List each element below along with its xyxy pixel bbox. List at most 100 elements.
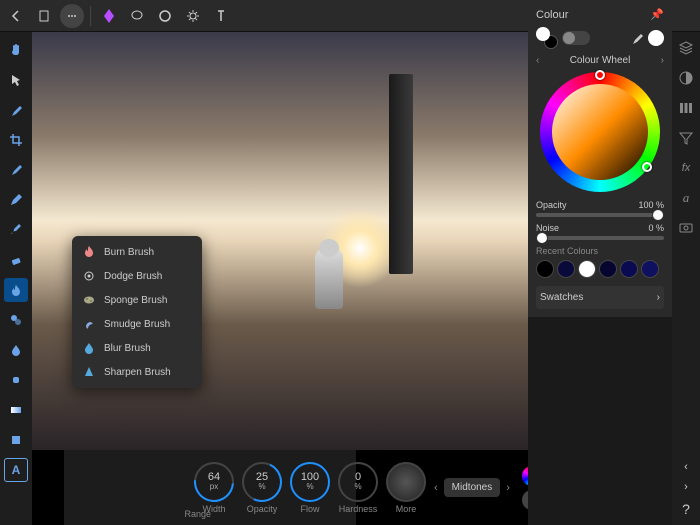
blur-icon [82,341,96,355]
text-tool[interactable]: A [4,458,28,482]
range-section: ‹ Midtones › [434,466,528,510]
chevron-right-icon: › [657,292,660,303]
flame-icon [82,245,96,259]
brush-item-blur[interactable]: Blur Brush [72,336,202,360]
collapse-left-icon[interactable]: ‹ [684,461,688,473]
pointer-tool[interactable] [4,68,28,92]
swatches-button[interactable]: Swatches › [536,286,664,309]
noise-slider-value: 0 % [648,223,664,233]
brush-item-sponge[interactable]: Sponge Brush [72,288,202,312]
colour-wheel[interactable] [540,72,660,192]
right-studio-rail: fx a [672,32,700,525]
brush-preset-button[interactable] [522,490,528,510]
mini-colour-wheel-button[interactable] [522,466,528,486]
recent-swatch[interactable] [536,260,554,278]
width-dial[interactable]: 64px Width [194,462,234,514]
brush-label: Dodge Brush [104,271,162,282]
left-toolbar: A [0,32,32,525]
colour-toggle[interactable] [562,31,590,45]
astronaut-decoration [315,249,343,309]
hardness-unit: % [354,483,361,491]
brush-item-burn[interactable]: Burn Brush [72,240,202,264]
adjustments-studio-button[interactable] [676,68,696,88]
brush-item-smudge[interactable]: Smudge Brush [72,312,202,336]
brush-label: Blur Brush [104,343,151,354]
opacity-slider-label: Opacity [536,200,567,210]
collapse-right-icon[interactable]: › [684,481,688,493]
sat-marker[interactable] [642,162,652,172]
range-title: Range [184,509,211,519]
back-button[interactable] [4,4,28,28]
current-colour-swatch[interactable] [648,30,664,46]
channels-studio-button[interactable] [676,98,696,118]
colour-mode-label: Colour Wheel [570,55,631,66]
burn-tool[interactable] [4,278,28,302]
recent-swatch[interactable] [578,260,596,278]
mode-prev-button[interactable]: ‹ [536,55,539,66]
brush-variant-tool[interactable] [4,218,28,242]
paintbrush-tool[interactable] [4,158,28,182]
brush-label: Smudge Brush [104,319,170,330]
recent-swatch[interactable] [620,260,638,278]
brush-item-sharpen[interactable]: Sharpen Brush [72,360,202,384]
bottom-context-bar: 64px Width 25% Opacity 100% Flow 0% Hard… [64,450,356,525]
heal-tool[interactable] [4,368,28,392]
brush-label: Burn Brush [104,247,154,258]
canvas-area[interactable]: Burn Brush Dodge Brush Sponge Brush Smud… [32,32,528,525]
recent-swatch[interactable] [641,260,659,278]
crop-tool[interactable] [4,128,28,152]
flow-unit: % [306,483,313,491]
range-value-button[interactable]: Midtones [444,478,501,497]
flow-label: Flow [300,504,319,514]
noise-slider[interactable] [536,236,664,240]
hue-marker[interactable] [595,70,605,80]
recent-colours-label: Recent Colours [536,246,664,256]
eyedropper-tool[interactable] [4,98,28,122]
pin-icon[interactable]: 📌 [650,8,664,21]
eraser-tool[interactable] [4,248,28,272]
clone-tool[interactable] [4,308,28,332]
range-next-button[interactable]: › [506,482,510,494]
flow-dial[interactable]: 100% Flow [290,462,330,514]
document-button[interactable] [32,4,56,28]
text-studio-button[interactable]: a [676,188,696,208]
brush-label: Sponge Brush [104,295,167,306]
smudge-icon [82,317,96,331]
hardness-dial[interactable]: 0% Hardness [338,462,378,514]
persona-photo-button[interactable] [97,4,121,28]
stock-studio-button[interactable] [676,218,696,238]
more-label: More [396,504,417,514]
opacity-dial[interactable]: 25% Opacity [242,462,282,514]
range-prev-button[interactable]: ‹ [434,482,438,494]
recent-swatch[interactable] [599,260,617,278]
hand-tool[interactable] [4,38,28,62]
gear-button[interactable] [181,4,205,28]
droplet-tool[interactable] [4,338,28,362]
sharpen-icon [82,365,96,379]
text-persona-button[interactable] [209,4,233,28]
eyedropper-icon[interactable] [630,31,644,45]
primary-secondary-swatch[interactable] [536,27,558,49]
colour-panel: Colour 📌 ‹ Colour Wheel › Opacity100 % N… [528,0,672,317]
hardness-label: Hardness [339,504,378,514]
help-button[interactable]: ? [682,501,690,517]
opacity-slider[interactable] [536,213,664,217]
filters-studio-button[interactable] [676,128,696,148]
fx-studio-button[interactable]: fx [676,158,696,178]
right-footer: ‹ › ? [672,461,700,525]
dodge-icon [82,269,96,283]
swatches-label: Swatches [540,292,583,303]
lasso-tool-button[interactable] [125,4,149,28]
recent-swatch[interactable] [557,260,575,278]
more-dial[interactable]: More [386,462,426,514]
mode-next-button[interactable]: › [661,55,664,66]
opacity-label: Opacity [247,504,278,514]
gradient-tool[interactable] [4,398,28,422]
layers-studio-button[interactable] [676,38,696,58]
colour-panel-title: Colour [536,9,568,21]
pencil-tool[interactable] [4,188,28,212]
brush-item-dodge[interactable]: Dodge Brush [72,264,202,288]
more-button[interactable] [60,4,84,28]
circle-tool-button[interactable] [153,4,177,28]
shape-tool[interactable] [4,428,28,452]
